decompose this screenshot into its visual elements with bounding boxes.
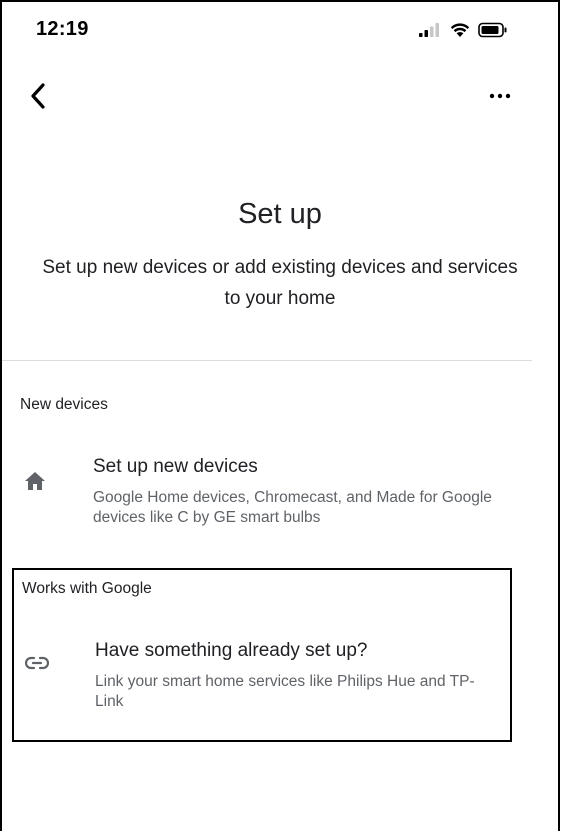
set-up-new-devices-description: Google Home devices, Chromecast, and Mad… <box>93 489 492 526</box>
link-existing-services-title: Have something already set up? <box>95 640 368 661</box>
wifi-icon <box>450 23 470 37</box>
status-time: 12:19 <box>36 18 89 40</box>
battery-icon <box>478 22 507 38</box>
section-header-works-with-google: Works with Google <box>22 580 152 597</box>
link-icon <box>24 650 50 676</box>
page-title: Set up <box>238 198 322 230</box>
status-icons <box>418 22 508 38</box>
back-button[interactable] <box>22 78 54 114</box>
works-with-google-highlight: Works with Google Have something already… <box>12 568 512 742</box>
link-existing-services-description: Link your smart home services like Phili… <box>95 673 475 710</box>
home-icon <box>22 468 48 494</box>
divider <box>2 360 532 361</box>
link-existing-services-item[interactable]: Have something already set up? Link your… <box>2 638 514 728</box>
more-options-button[interactable] <box>486 82 514 110</box>
signal-icon <box>419 23 439 37</box>
more-horizontal-icon <box>489 93 511 99</box>
section-header-new-devices: New devices <box>20 396 108 413</box>
set-up-new-devices-title: Set up new devices <box>93 456 258 477</box>
chevron-left-icon <box>31 83 45 109</box>
status-bar: 12:19 <box>0 0 560 60</box>
page-subtitle: Set up new devices or add existing devic… <box>42 257 518 309</box>
set-up-new-devices-item[interactable]: Set up new devices Google Home devices, … <box>0 452 560 552</box>
